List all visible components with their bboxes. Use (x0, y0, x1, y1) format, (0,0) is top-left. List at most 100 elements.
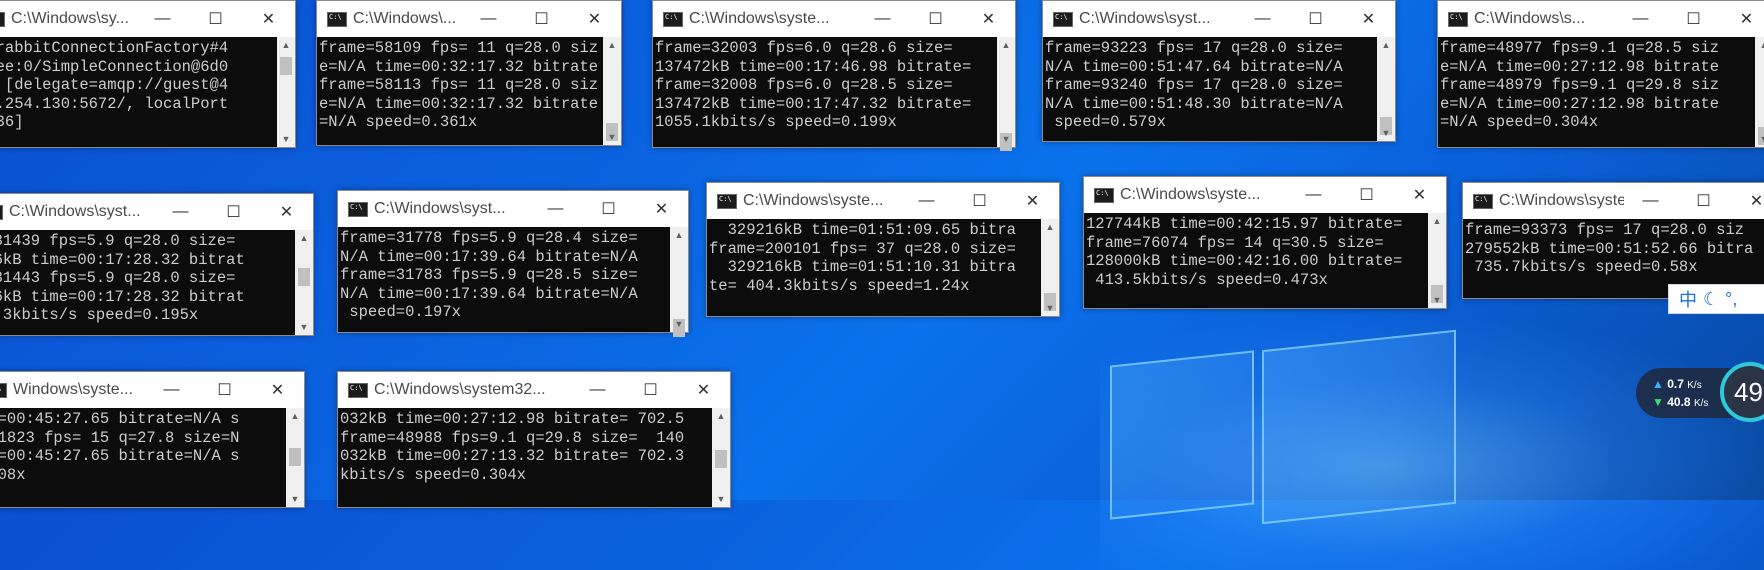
minimize-button[interactable]: — (1236, 1, 1289, 37)
maximize-button[interactable]: ☐ (1340, 177, 1393, 213)
console-output[interactable]: : rabbitConnectionFactory#4 5aee:0/Simple… (0, 37, 277, 147)
window-titlebar[interactable]: C:\Windows\... —☐✕ (317, 1, 621, 37)
vertical-scrollbar[interactable]: ▲ ▼ (1755, 37, 1764, 147)
cmd-window[interactable]: C:\Windows\syst...—☐✕e=31439 fps=5.9 q=2… (0, 193, 314, 336)
vertical-scrollbar[interactable]: ▲ ▼ (603, 37, 621, 145)
minimize-button[interactable]: — (900, 183, 953, 219)
maximize-button[interactable]: ☐ (624, 372, 677, 408)
window-titlebar[interactable]: C:\Windows\syst... —☐✕ (0, 194, 313, 230)
minimize-button[interactable]: — (1614, 1, 1667, 37)
network-speed-widget[interactable]: ▲ 0.7 K/s ▼ 40.8 K/s 49 (1636, 362, 1764, 422)
console-output[interactable]: 127744kB time=00:42:15.97 bitrate= frame=… (1084, 213, 1428, 308)
vertical-scrollbar[interactable]: ▲ ▼ (670, 227, 688, 337)
scroll-up-icon[interactable]: ▲ (1755, 37, 1764, 53)
vertical-scrollbar[interactable]: ▲ ▼ (712, 408, 730, 507)
minimize-button[interactable]: — (136, 1, 189, 37)
cmd-window[interactable]: C:\Windows\system32...—☐✕032kB time=00:2… (337, 371, 731, 508)
cmd-window[interactable]: C:\Windows\sy...—☐✕: rabbitConnectionFac… (0, 0, 296, 148)
scroll-up-icon[interactable]: ▲ (1428, 213, 1446, 229)
cmd-window[interactable]: C:\Windows\syste... —☐✕ 329216kB time=01:… (706, 182, 1060, 317)
window-titlebar[interactable]: C:\Windows\syste... —☐✕ (707, 183, 1059, 219)
vertical-scrollbar[interactable]: ▲ ▼ (295, 230, 313, 335)
scroll-down-icon[interactable]: ▼ (286, 491, 304, 507)
scroll-up-icon[interactable]: ▲ (712, 408, 730, 424)
punctuation-icon[interactable]: °, (1725, 289, 1737, 310)
cmd-window[interactable]: C:\Windows\syst...—☐✕frame=31778 fps=5.9… (337, 190, 689, 337)
maximize-button[interactable]: ☐ (189, 1, 242, 37)
vertical-scrollbar[interactable]: ▲ ▼ (1428, 213, 1446, 308)
window-titlebar[interactable]: C:\Windows\s... —☐✕ (1438, 1, 1764, 37)
ime-language-label[interactable]: 中 (1679, 286, 1697, 312)
close-button[interactable]: ✕ (1006, 183, 1059, 219)
scroll-up-icon[interactable]: ▲ (1377, 37, 1395, 53)
console-output[interactable]: frame=31778 fps=5.9 q=28.4 size= N/A time… (338, 227, 670, 332)
close-button[interactable]: ✕ (251, 372, 304, 408)
scroll-down-icon[interactable]: ▼ (1041, 300, 1059, 316)
maximize-button[interactable]: ☐ (582, 191, 635, 227)
close-button[interactable]: ✕ (1342, 1, 1395, 37)
maximize-button[interactable]: ☐ (207, 194, 260, 230)
vertical-scrollbar[interactable]: ▲ ▼ (286, 408, 304, 507)
close-button[interactable]: ✕ (635, 191, 688, 227)
vertical-scrollbar[interactable]: ▲ ▼ (1041, 219, 1059, 316)
close-button[interactable]: ✕ (242, 1, 295, 37)
console-output[interactable]: frame=48977 fps=9.1 q=28.5 siz e=N/A time… (1438, 37, 1755, 147)
scrollbar-thumb[interactable] (289, 448, 301, 466)
console-output[interactable]: frame=32003 fps=6.0 q=28.6 size= 137472kB… (653, 37, 997, 147)
scroll-down-icon[interactable]: ▼ (997, 131, 1015, 147)
minimize-button[interactable]: — (529, 191, 582, 227)
console-output[interactable]: me=00:45:27.65 bitrate=N/A s =81823 fps= … (0, 408, 286, 507)
minimize-button[interactable]: — (571, 372, 624, 408)
maximize-button[interactable]: ☐ (1667, 1, 1720, 37)
scroll-down-icon[interactable]: ▼ (1428, 292, 1446, 308)
cmd-window[interactable]: C:\Windows\...—☐✕frame=58109 fps= 11 q=2… (316, 0, 622, 146)
minimize-button[interactable]: — (1287, 177, 1340, 213)
scroll-up-icon[interactable]: ▲ (295, 230, 313, 246)
window-titlebar[interactable]: C:\Windows\syst... —☐✕ (338, 191, 688, 227)
maximize-button[interactable]: ☐ (953, 183, 1006, 219)
close-button[interactable]: ✕ (962, 1, 1015, 37)
scroll-down-icon[interactable]: ▼ (1755, 131, 1764, 147)
moon-icon[interactable]: ☾ (1703, 289, 1719, 310)
scroll-down-icon[interactable]: ▼ (712, 491, 730, 507)
ime-toolbar[interactable]: 中 ☾ °, (1668, 284, 1764, 314)
scrollbar-thumb[interactable] (298, 268, 310, 286)
scrollbar-thumb[interactable] (715, 450, 727, 468)
cmd-window[interactable]: Windows\syste...—☐✕me=00:45:27.65 bitrat… (0, 371, 305, 508)
minimize-button[interactable]: — (856, 1, 909, 37)
close-button[interactable]: ✕ (1730, 183, 1764, 219)
window-titlebar[interactable]: Windows\syste... —☐✕ (0, 372, 304, 408)
scroll-down-icon[interactable]: ▼ (670, 316, 688, 332)
cmd-window[interactable]: C:\Windows\syste...—☐✕frame=32003 fps=6.… (652, 0, 1016, 151)
maximize-button[interactable]: ☐ (1289, 1, 1342, 37)
window-titlebar[interactable]: C:\Windows\syst... —☐✕ (1043, 1, 1395, 37)
window-titlebar[interactable]: C:\Windows\system32... —☐✕ (338, 372, 730, 408)
minimize-button[interactable]: — (154, 194, 207, 230)
cmd-window[interactable]: C:\Windows\syste...—☐✕127744kB time=00:4… (1083, 176, 1447, 309)
window-titlebar[interactable]: C:\Windows\syste... —☐✕ (1084, 177, 1446, 213)
cmd-window[interactable]: C:\Windows\system...—☐✕ frame=93373 fps= … (1462, 182, 1764, 299)
console-output[interactable]: e=31439 fps=5.9 q=28.0 size= 976kB time=0… (0, 230, 295, 335)
scroll-down-icon[interactable]: ▼ (295, 319, 313, 335)
close-button[interactable]: ✕ (677, 372, 730, 408)
console-output[interactable]: frame=58109 fps= 11 q=28.0 siz e=N/A time… (317, 37, 603, 145)
close-button[interactable]: ✕ (568, 1, 621, 37)
window-titlebar[interactable]: C:\Windows\system...—☐✕ (1463, 183, 1764, 219)
cmd-window[interactable]: C:\Windows\s... —☐✕frame=48977 fps=9.1 q=… (1437, 0, 1764, 148)
scroll-up-icon[interactable]: ▲ (997, 37, 1015, 53)
scroll-down-icon[interactable]: ▼ (277, 131, 295, 147)
maximize-button[interactable]: ☐ (515, 1, 568, 37)
scroll-down-icon[interactable]: ▼ (1377, 125, 1395, 141)
maximize-button[interactable]: ☐ (1677, 183, 1730, 219)
window-titlebar[interactable]: C:\Windows\syste... —☐✕ (653, 1, 1015, 37)
cmd-window[interactable]: C:\Windows\syst...—☐✕frame=93223 fps= 17… (1042, 0, 1396, 142)
scroll-up-icon[interactable]: ▲ (670, 227, 688, 243)
scroll-down-icon[interactable]: ▼ (603, 129, 621, 145)
vertical-scrollbar[interactable]: ▲ ▼ (997, 37, 1015, 151)
scroll-up-icon[interactable]: ▲ (277, 37, 295, 53)
console-output[interactable]: 032kB time=00:27:12.98 bitrate= 702.5 fra… (338, 408, 712, 507)
vertical-scrollbar[interactable]: ▲ ▼ (277, 37, 295, 147)
maximize-button[interactable]: ☐ (198, 372, 251, 408)
close-button[interactable]: ✕ (1720, 1, 1764, 37)
minimize-button[interactable]: — (145, 372, 198, 408)
